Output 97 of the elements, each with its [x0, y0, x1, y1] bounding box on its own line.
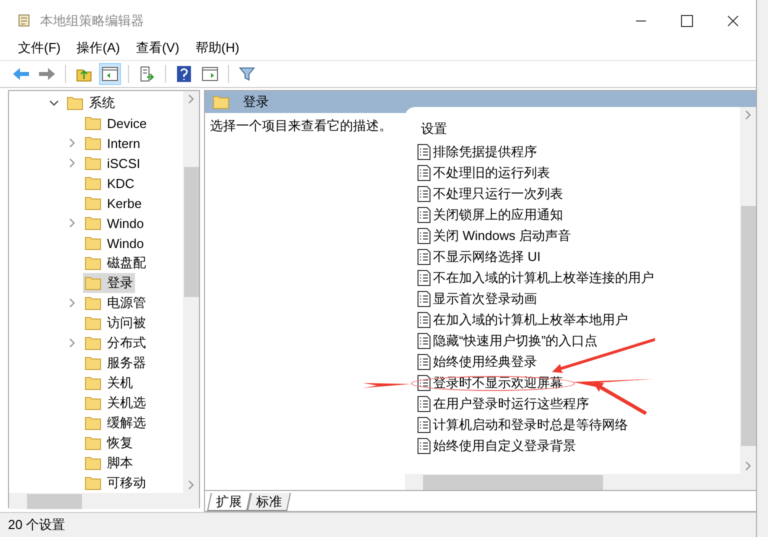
policy-setting[interactable]: 不处理只运行一次列表	[417, 183, 740, 204]
policy-setting[interactable]: 始终使用自定义登录背景	[417, 435, 740, 456]
policy-setting-icon	[417, 228, 431, 244]
policy-setting-icon	[417, 270, 431, 286]
description-text: 选择一个项目来查看它的描述。	[210, 117, 392, 135]
tree-item[interactable]: 可移动	[83, 473, 148, 493]
folder-icon	[85, 416, 101, 430]
status-text: 20 个设置	[0, 512, 756, 537]
folder-icon	[85, 476, 101, 490]
tree-item[interactable]: 磁盘配	[83, 253, 148, 273]
expand-chevron-icon[interactable]	[68, 298, 76, 308]
policy-setting[interactable]: 不在加入域的计算机上枚举连接的用户	[417, 267, 740, 288]
policy-setting[interactable]: 不处理旧的运行列表	[417, 162, 740, 183]
folder-icon	[85, 456, 101, 470]
folder-icon	[85, 176, 101, 190]
policy-setting-icon	[417, 312, 431, 328]
folder-icon	[85, 436, 101, 450]
tree-item[interactable]: Intern	[83, 133, 142, 153]
tree-item[interactable]: KDC	[83, 173, 136, 193]
folder-icon	[85, 316, 101, 330]
folder-icon	[85, 136, 101, 150]
tree-item[interactable]: Kerbe	[83, 193, 144, 213]
tree-item[interactable]: 分布式	[83, 333, 148, 353]
tree-item[interactable]: 系统	[65, 93, 117, 113]
column-header[interactable]: 设置	[417, 117, 740, 141]
folder-icon	[85, 376, 101, 390]
policy-setting-icon	[417, 354, 431, 370]
vertical-scrollbar[interactable]	[740, 107, 756, 474]
policy-setting[interactable]: 隐藏“快速用户切换”的入口点	[417, 330, 740, 351]
close-icon	[727, 15, 739, 27]
folder-icon	[85, 296, 101, 310]
menu-item[interactable]: 帮助(H)	[187, 37, 248, 59]
tree-item[interactable]: Device	[83, 113, 149, 133]
folder-icon	[67, 96, 83, 110]
folder-icon	[213, 95, 229, 109]
policy-setting[interactable]: 排除凭据提供程序	[417, 141, 740, 162]
horizontal-scrollbar[interactable]	[405, 474, 756, 490]
policy-setting-icon	[417, 374, 431, 390]
folder-icon	[85, 276, 101, 290]
section-title: 登录	[243, 93, 269, 111]
policy-setting[interactable]: 在加入域的计算机上枚举本地用户	[417, 309, 740, 330]
policy-setting-icon	[417, 332, 431, 348]
folder-icon	[85, 256, 101, 270]
policy-setting-icon	[417, 396, 431, 412]
folder-icon	[85, 236, 101, 250]
expand-chevron-icon[interactable]	[68, 218, 76, 228]
policy-setting[interactable]: 计算机启动和登录时总是等待网络	[417, 414, 740, 435]
expand-chevron-icon[interactable]	[68, 138, 76, 148]
tree-item[interactable]: 缓解选	[83, 413, 148, 433]
policy-setting[interactable]: 登录时不显示欢迎屏幕	[417, 372, 740, 393]
folder-icon	[85, 116, 101, 130]
expand-chevron-icon[interactable]	[68, 338, 76, 348]
policy-setting[interactable]: 关闭 Windows 启动声音	[417, 225, 740, 246]
policy-setting[interactable]: 显示首次登录动画	[417, 288, 740, 309]
tree-item[interactable]: Windo	[83, 233, 146, 253]
tree-item[interactable]: iSCSI	[83, 153, 142, 173]
folder-icon	[85, 336, 101, 350]
tab[interactable]: 标准	[247, 493, 291, 511]
tree-item[interactable]: 脚本	[83, 453, 135, 473]
policy-setting-icon	[417, 186, 431, 202]
policy-setting-icon	[417, 416, 431, 432]
policy-setting-icon	[417, 438, 431, 454]
folder-icon	[85, 196, 101, 210]
maximize-icon	[681, 15, 693, 27]
tree-item[interactable]: 恢复	[83, 433, 135, 453]
tree-item[interactable]: Windo	[83, 213, 146, 233]
tree-item[interactable]: 访问被	[83, 313, 148, 333]
menu-item[interactable]: 查看(V)	[128, 37, 188, 59]
tree-item[interactable]: 登录	[83, 273, 135, 293]
folder-icon	[85, 216, 101, 230]
menu-item[interactable]: 操作(A)	[68, 37, 128, 59]
scroll-app-icon	[16, 13, 32, 29]
expand-chevron-icon[interactable]	[68, 158, 76, 168]
horizontal-scrollbar[interactable]	[9, 493, 199, 509]
tree-item[interactable]: 电源管	[83, 293, 148, 313]
policy-setting[interactable]: 关闭锁屏上的应用通知	[417, 204, 740, 225]
folder-icon	[85, 396, 101, 410]
policy-setting-icon	[417, 164, 431, 180]
tree-item[interactable]: 关机选	[83, 393, 148, 413]
policy-setting[interactable]: 始终使用经典登录	[417, 351, 740, 372]
policy-setting[interactable]: 在用户登录时运行这些程序	[417, 393, 740, 414]
policy-setting[interactable]: 不显示网络选择 UI	[417, 246, 740, 267]
policy-setting-icon	[417, 144, 431, 160]
annotation-arrow	[363, 383, 411, 388]
window-title: 本地组策略编辑器	[40, 12, 145, 30]
show-tree-button[interactable]	[99, 63, 121, 85]
tab[interactable]: 扩展	[207, 493, 251, 511]
policy-setting-icon	[417, 290, 431, 306]
folder-icon	[85, 156, 101, 170]
policy-setting-icon	[417, 248, 431, 264]
menu-item[interactable]: 文件(F)	[10, 37, 69, 59]
tree-item[interactable]: 服务器	[83, 353, 148, 373]
tree-item[interactable]: 关机	[83, 373, 135, 393]
policy-setting-icon	[417, 206, 431, 222]
collapse-chevron-icon[interactable]	[49, 99, 59, 107]
folder-icon	[85, 356, 101, 370]
vertical-scrollbar[interactable]	[183, 91, 199, 493]
